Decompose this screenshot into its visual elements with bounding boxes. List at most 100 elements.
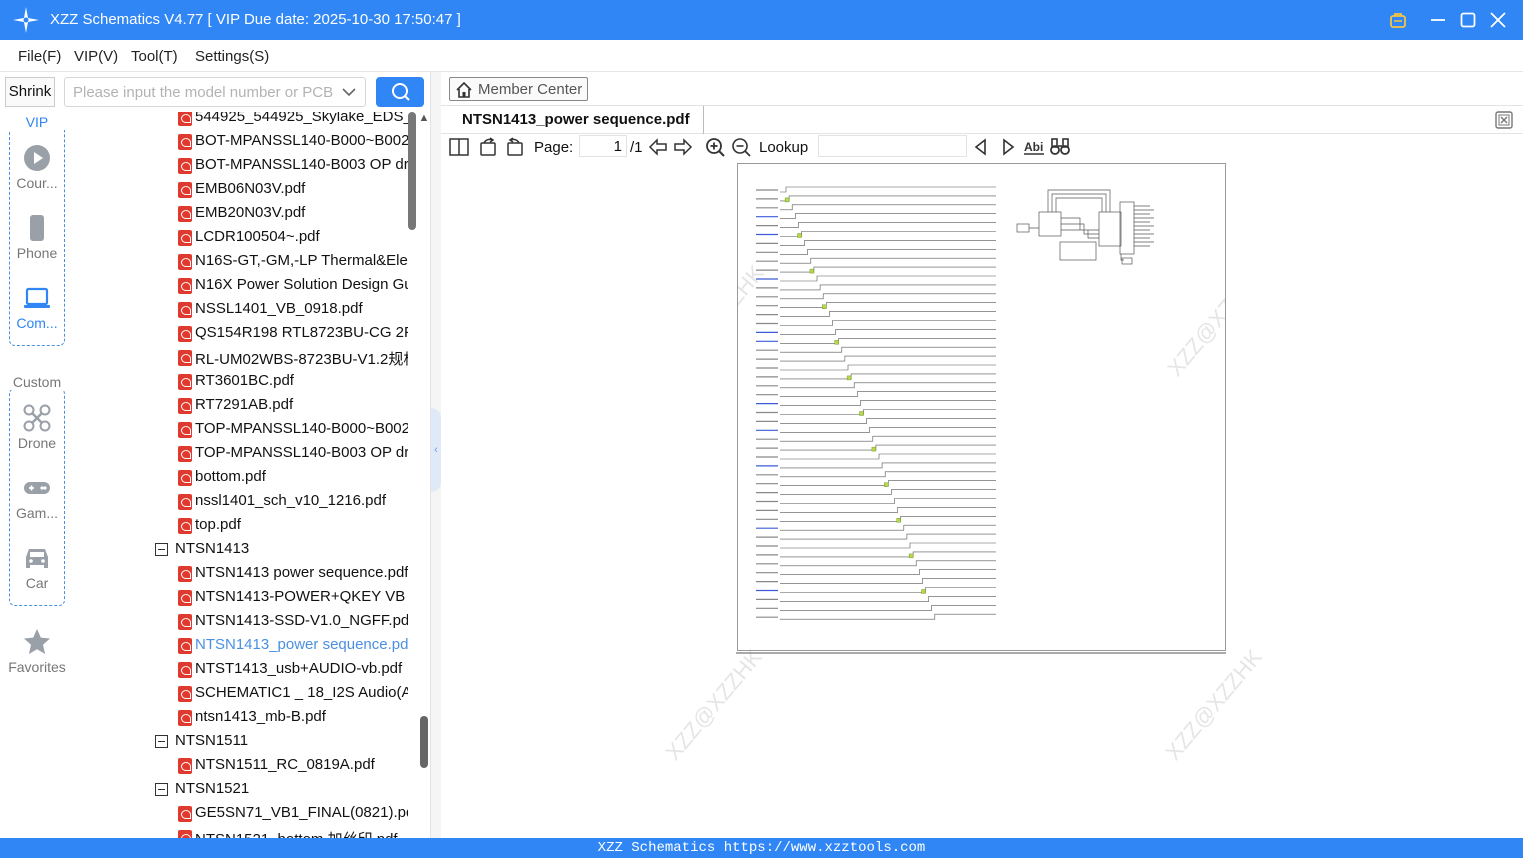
category-phone[interactable]: Phone — [0, 214, 74, 261]
tree-file[interactable]: ntsn1413_mb-B.pdf — [74, 706, 408, 730]
category-sidebar: VIP Cour... Phone Com... Custom Drone Ga… — [0, 112, 74, 838]
category-games[interactable]: Gam... — [0, 474, 74, 521]
tree-file[interactable]: GE5SN71_VB1_FINAL(0821).pdf — [74, 802, 408, 826]
find-previous-icon[interactable] — [970, 136, 992, 158]
category-courses[interactable]: Cour... — [0, 144, 74, 191]
menu-vip[interactable]: VIP(V) — [74, 48, 118, 65]
next-page-icon[interactable] — [672, 136, 694, 158]
maximize-button[interactable] — [1456, 8, 1480, 32]
pdf-file-icon — [178, 758, 192, 774]
pdf-file-icon — [178, 614, 192, 630]
search-button[interactable] — [376, 77, 424, 107]
lookup-input[interactable] — [818, 135, 967, 157]
chevron-down-icon[interactable] — [341, 84, 357, 100]
tree-file[interactable]: BOT-MPANSSL140-B003 OP dra — [74, 154, 408, 178]
tree-file[interactable]: NTSN1511_RC_0819A.pdf — [74, 754, 408, 778]
file-name: NSSL1401_VB_0918.pdf — [195, 300, 363, 317]
menu-settings[interactable]: Settings(S) — [195, 48, 269, 65]
two-page-view-icon[interactable] — [448, 136, 470, 158]
tree-file[interactable]: RL-UM02WBS-8723BU-V1.2规格 — [74, 346, 408, 370]
tree-file[interactable]: BOT-MPANSSL140-B000~B002 — [74, 130, 408, 154]
tree-file[interactable]: NTSN1521_bottom 加丝印.pdf — [74, 826, 408, 838]
tree-file[interactable]: NTSN1413 power sequence.pdf — [74, 562, 408, 586]
tree-file[interactable]: TOP-MPANSSL140-B000~B002 — [74, 418, 408, 442]
watermark-text: XZZ@XZZHK — [1160, 644, 1267, 765]
tree-file[interactable]: NSSL1401_VB_0918.pdf — [74, 298, 408, 322]
tree-scrollbar-thumb[interactable] — [408, 112, 416, 230]
tree-folder[interactable]: NTSN1413 — [74, 538, 408, 562]
pdf-canvas-area[interactable]: XZZ@XZZHK XZZ@XZZHK XZZ@XZZHK XZZ@XZZHK — [441, 160, 1523, 842]
shrink-button[interactable]: Shrink — [5, 77, 55, 107]
rotate-right-icon[interactable] — [504, 136, 526, 158]
close-tabs-icon[interactable] — [1495, 111, 1513, 129]
tree-file-selected[interactable]: NTSN1413_power sequence.pdf — [74, 634, 408, 658]
file-name: N16X Power Solution Design Gu — [195, 276, 408, 293]
schematic-diagram — [756, 186, 1154, 620]
category-favorites[interactable]: Favorites — [0, 628, 74, 675]
binoculars-icon[interactable] — [1049, 136, 1071, 158]
rotate-left-icon[interactable] — [477, 136, 499, 158]
file-name: bottom.pdf — [195, 468, 266, 485]
status-bar: XZZ Schematics https://www.xzztools.com — [0, 838, 1523, 858]
tree-file[interactable]: top.pdf — [74, 514, 408, 538]
close-button[interactable] — [1486, 8, 1510, 32]
custom-group-title: Custom — [0, 374, 74, 390]
category-drone[interactable]: Drone — [0, 404, 74, 451]
zoom-out-icon[interactable] — [730, 136, 752, 158]
panel-splitter[interactable]: ‹ — [430, 72, 441, 838]
page-number-input[interactable] — [579, 135, 627, 157]
tab-document[interactable]: NTSN1413_power sequence.pdf — [449, 106, 704, 134]
previous-page-icon[interactable] — [647, 136, 669, 158]
zoom-in-icon[interactable] — [704, 136, 726, 158]
play-circle-icon — [24, 145, 50, 171]
category-car[interactable]: Car — [0, 544, 74, 591]
tree-file[interactable]: bottom.pdf — [74, 466, 408, 490]
tree-file[interactable]: NTSN1413-SSD-V1.0_NGFF.pdf — [74, 610, 408, 634]
category-computer[interactable]: Com... — [0, 284, 74, 331]
pdf-file-icon — [178, 710, 192, 726]
tree-file[interactable]: N16X Power Solution Design Gu — [74, 274, 408, 298]
file-name: RL-UM02WBS-8723BU-V1.2规格 — [195, 351, 408, 368]
tree-scrollbar-thumb-secondary[interactable] — [420, 716, 428, 768]
tree-file[interactable]: EMB06N03V.pdf — [74, 178, 408, 202]
file-name: NTSN1413 power sequence.pdf — [195, 564, 408, 581]
file-name: EMB06N03V.pdf — [195, 180, 306, 197]
app-logo-icon — [13, 7, 39, 33]
menu-tool[interactable]: Tool(T) — [131, 48, 178, 65]
search-input[interactable] — [65, 78, 333, 106]
tree-file[interactable]: QS154R198 RTL8723BU-CG 2PC — [74, 322, 408, 346]
tree-file[interactable]: LCDR100504~.pdf — [74, 226, 408, 250]
pdf-page[interactable]: XZZ@XZZHK XZZ@XZZHK — [737, 163, 1226, 651]
home-icon — [456, 81, 472, 98]
tree-folder[interactable]: NTSN1511 — [74, 730, 408, 754]
match-case-icon[interactable]: Abi — [1023, 136, 1045, 158]
tree-file[interactable]: N16S-GT,-GM,-LP Thermal&Elec — [74, 250, 408, 274]
minimize-button[interactable] — [1426, 8, 1450, 32]
tree-file[interactable]: 544925_544925_Skylake_EDS_Vol — [74, 112, 408, 130]
tree-file[interactable]: TOP-MPANSSL140-B003 OP dra — [74, 442, 408, 466]
collapse-minus-icon[interactable] — [155, 735, 168, 748]
tree-file[interactable]: SCHEMATIC1 _ 18_I2S Audio(AL — [74, 682, 408, 706]
search-box — [64, 77, 366, 107]
tree-file[interactable]: RT7291AB.pdf — [74, 394, 408, 418]
pdf-file-icon — [178, 518, 192, 534]
scroll-up-icon[interactable]: ▲ — [418, 112, 430, 126]
collapse-minus-icon[interactable] — [155, 783, 168, 796]
member-center-button[interactable]: Member Center — [449, 77, 588, 101]
find-next-icon[interactable] — [997, 136, 1019, 158]
laptop-icon — [24, 287, 50, 308]
pdf-file-icon — [178, 806, 192, 822]
tree-file[interactable]: EMB20N03V.pdf — [74, 202, 408, 226]
tree-file[interactable]: NTSN1413-POWER+QKEY VB po — [74, 586, 408, 610]
collapse-minus-icon[interactable] — [155, 543, 168, 556]
menu-file[interactable]: File(F) — [18, 48, 61, 65]
tree-file[interactable]: NTST1413_usb+AUDIO-vb.pdf — [74, 658, 408, 682]
collapse-panel-icon[interactable]: ‹ — [431, 408, 441, 492]
tree-file[interactable]: RT3601BC.pdf — [74, 370, 408, 394]
file-name: N16S-GT,-GM,-LP Thermal&Elec — [195, 252, 408, 269]
folder-name: NTSN1511 — [175, 732, 249, 749]
vip-bag-icon[interactable] — [1386, 8, 1410, 32]
pdf-viewer: Member Center NTSN1413_power sequence.pd… — [441, 72, 1523, 842]
tree-folder[interactable]: NTSN1521 — [74, 778, 408, 802]
tree-file[interactable]: nssl1401_sch_v10_1216.pdf — [74, 490, 408, 514]
